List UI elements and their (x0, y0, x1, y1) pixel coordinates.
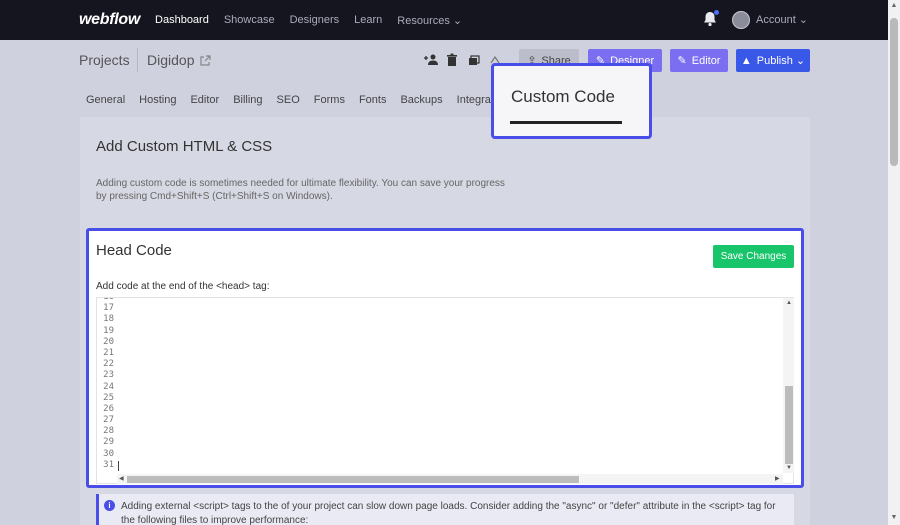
tab-seo[interactable]: SEO (277, 94, 300, 106)
editor-vertical-scrollbar-thumb[interactable] (785, 386, 793, 464)
pencil-icon: ✎ (677, 55, 687, 67)
webflow-logo[interactable]: webflow (79, 11, 140, 29)
line-number: 23 (103, 370, 114, 381)
line-number: 26 (103, 403, 114, 414)
add-member-icon[interactable] (423, 53, 438, 67)
duplicate-icon[interactable] (467, 53, 481, 67)
avatar[interactable] (732, 11, 750, 29)
tab-fonts[interactable]: Fonts (359, 94, 387, 106)
header-divider (137, 48, 138, 72)
head-code-title: Head Code (96, 242, 172, 259)
scroll-right-arrow-icon[interactable]: ▶ (775, 475, 780, 482)
nav-designers[interactable]: Designers (290, 14, 340, 27)
scroll-down-arrow-icon[interactable]: ▼ (890, 514, 898, 521)
text-cursor (118, 461, 119, 471)
save-changes-button[interactable]: Save Changes (713, 245, 794, 268)
line-number: 25 (103, 392, 114, 403)
settings-tabs: General Hosting Editor Billing SEO Forms… (86, 94, 508, 106)
active-tab-underline (510, 121, 622, 124)
page-title: Add Custom HTML & CSS (96, 138, 273, 155)
top-nav: webflow Dashboard Showcase Designers Lea… (0, 0, 888, 40)
tab-billing[interactable]: Billing (233, 94, 262, 106)
tab-editor[interactable]: Editor (190, 94, 219, 106)
publish-button[interactable]: ▲ Publish ⌄ (736, 49, 810, 72)
line-number: 22 (103, 359, 114, 370)
scroll-down-arrow-icon[interactable]: ▼ (786, 465, 792, 471)
tab-general[interactable]: General (86, 94, 125, 106)
nav-resources[interactable]: Resources ⌄ (397, 14, 462, 27)
line-number: 28 (103, 426, 114, 437)
head-code-label: Add code at the end of the <head> tag: (96, 281, 270, 292)
line-number: 31 (103, 459, 114, 470)
line-number: 27 (103, 415, 114, 426)
project-name: Digidop (147, 52, 195, 68)
info-icon: i (104, 500, 115, 511)
scroll-left-arrow-icon[interactable]: ◀ (119, 475, 124, 482)
tab-custom-code[interactable]: Custom Code (511, 87, 615, 107)
line-number: 24 (103, 381, 114, 392)
nav-links: Dashboard Showcase Designers Learn Resou… (155, 14, 477, 27)
nav-learn[interactable]: Learn (354, 14, 382, 27)
editor-horizontal-scrollbar-thumb[interactable] (127, 476, 579, 483)
line-number: 21 (103, 347, 114, 358)
performance-notice-text: Adding external <script> tags to the of … (121, 501, 776, 525)
nav-showcase[interactable]: Showcase (224, 14, 275, 27)
page-scrollbar-thumb[interactable] (890, 18, 898, 166)
rocket-icon: ▲ (740, 54, 752, 67)
bell-icon[interactable] (703, 10, 719, 27)
line-number: 18 (103, 314, 114, 325)
trash-icon[interactable] (445, 53, 459, 67)
line-number: 19 (103, 325, 114, 336)
account-menu[interactable]: Account ⌄ (756, 13, 808, 26)
scroll-up-arrow-icon[interactable]: ▲ (890, 2, 898, 9)
tab-forms[interactable]: Forms (314, 94, 345, 106)
page-description: Adding custom code is sometimes needed f… (96, 178, 505, 202)
external-link-icon[interactable] (199, 54, 211, 66)
line-number: 20 (103, 336, 114, 347)
scroll-up-arrow-icon[interactable]: ▲ (786, 300, 792, 306)
editor-button[interactable]: ✎ Editor (670, 49, 728, 72)
nav-dashboard[interactable]: Dashboard (155, 14, 209, 27)
tab-integrations[interactable]: Integrat (457, 94, 494, 106)
line-number: 29 (103, 437, 114, 448)
line-number: 30 (103, 448, 114, 459)
tab-hosting[interactable]: Hosting (139, 94, 176, 106)
line-number-gutter: 16 17 18 19 20 21 22 23 24 25 26 27 28 2… (97, 298, 117, 473)
head-code-editor[interactable]: 16 17 18 19 20 21 22 23 24 25 26 27 28 2… (96, 297, 794, 484)
projects-link[interactable]: Projects (79, 52, 130, 68)
notification-dot (714, 10, 719, 15)
line-number: 17 (103, 303, 114, 314)
tab-backups[interactable]: Backups (400, 94, 442, 106)
